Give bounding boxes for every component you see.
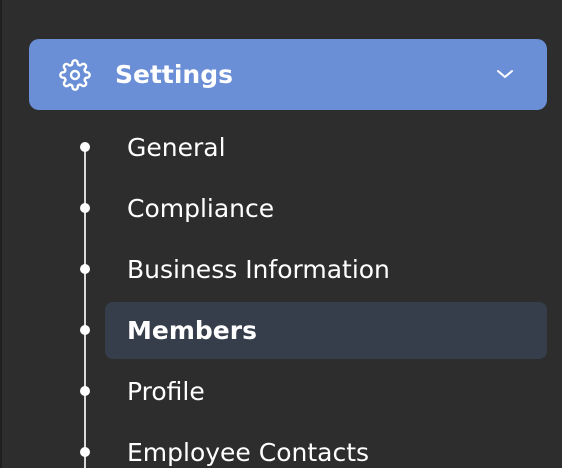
tree-bullet [80, 325, 90, 335]
tree-bullet [80, 203, 90, 213]
submenu-item-compliance[interactable]: Compliance [80, 180, 547, 237]
submenu-item-label: General [127, 133, 226, 162]
submenu-item-business-information[interactable]: Business Information [80, 241, 547, 298]
submenu-item-label: Employee Contacts [127, 438, 370, 467]
submenu-item-label: Members [127, 316, 257, 345]
chevron-down-icon [497, 70, 513, 78]
submenu-item-profile[interactable]: Profile [80, 363, 547, 420]
submenu-item-label: Business Information [127, 255, 390, 284]
tree-bullet [80, 142, 90, 152]
submenu-item-general[interactable]: General [80, 119, 547, 176]
sidebar-edge [0, 0, 2, 468]
tree-bullet [80, 447, 90, 457]
settings-label: Settings [115, 60, 234, 89]
tree-bullet [80, 386, 90, 396]
submenu-item-members[interactable]: Members [80, 302, 547, 359]
submenu-tree-line [84, 148, 86, 468]
submenu-item-employee-contacts[interactable]: Employee Contacts [80, 424, 547, 468]
gear-icon [59, 59, 91, 91]
tree-bullet [80, 264, 90, 274]
submenu-item-label: Profile [127, 377, 205, 406]
submenu-item-label: Compliance [127, 194, 275, 223]
sidebar: Settings General Compliance Business Inf… [0, 0, 562, 468]
settings-menu-toggle[interactable]: Settings [29, 39, 547, 110]
